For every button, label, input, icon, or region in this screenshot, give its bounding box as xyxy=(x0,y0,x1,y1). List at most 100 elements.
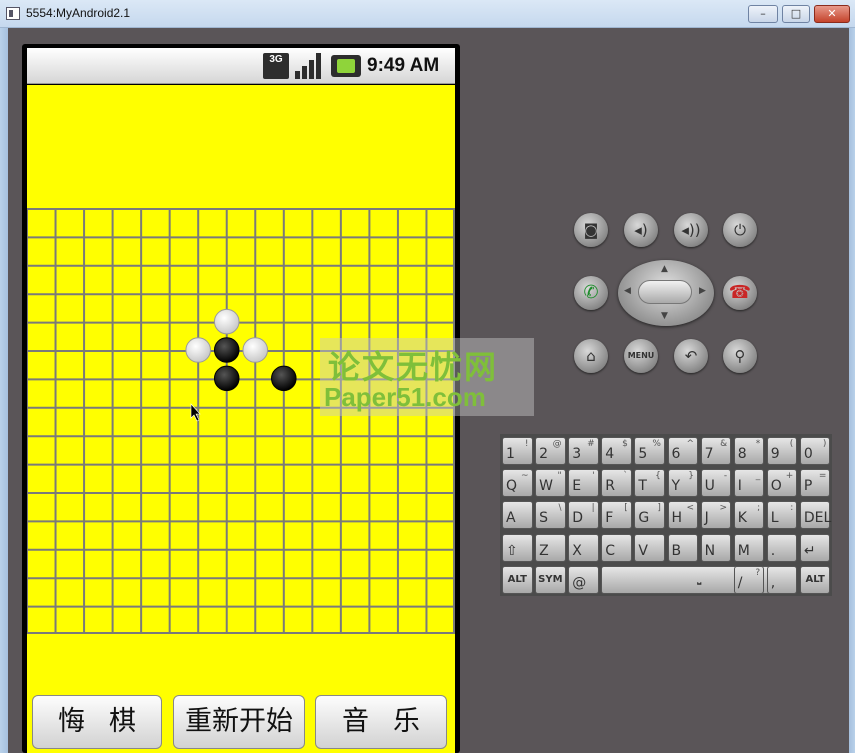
key-label: Q xyxy=(506,478,518,495)
key-label: ↵ xyxy=(803,542,816,559)
key-g[interactable]: G] xyxy=(634,501,665,530)
key-w[interactable]: W " xyxy=(535,469,566,498)
key-label: W xyxy=(539,478,553,495)
power-icon: ⏻ xyxy=(734,221,746,239)
volume-up-button[interactable]: ◂)) xyxy=(674,213,708,247)
key-i[interactable]: I _ xyxy=(733,469,765,498)
volume-up-icon: ◂)) xyxy=(681,221,701,239)
menu-button[interactable]: MENU xyxy=(624,339,658,373)
dpad-down-icon[interactable]: ▼ xyxy=(661,311,668,321)
key-sublabel: ( xyxy=(789,439,794,449)
key-v[interactable]: V xyxy=(634,533,665,562)
key-label: Y xyxy=(671,478,681,495)
key-sym[interactable]: SYM xyxy=(535,565,566,594)
undo-button[interactable]: 悔棋 xyxy=(32,695,162,749)
search-button[interactable]: ⚲ xyxy=(723,339,757,373)
key-2[interactable]: 2 @ xyxy=(535,437,566,465)
key-z[interactable]: Z xyxy=(535,533,566,562)
key-l[interactable]: L: xyxy=(766,501,798,530)
gomoku-board[interactable] xyxy=(27,208,455,634)
key-d[interactable]: D | xyxy=(568,501,599,530)
key-alt-left[interactable]: ALT xyxy=(502,565,533,594)
key-alt-right[interactable]: ALT xyxy=(799,565,831,594)
key-k[interactable]: K; xyxy=(733,501,765,530)
key-8[interactable]: 8 * xyxy=(733,437,765,465)
key-6[interactable]: 6 ^ xyxy=(667,437,698,465)
minimize-button[interactable]: – xyxy=(748,5,778,23)
key-x[interactable]: X xyxy=(568,533,599,562)
key-↵[interactable]: ↵ xyxy=(799,533,831,562)
menu-label: MENU xyxy=(627,351,655,360)
power-button[interactable]: ⏻ xyxy=(723,213,757,247)
back-icon: ↶ xyxy=(684,347,698,365)
key-sublabel: " xyxy=(557,471,562,482)
restart-button[interactable]: 重新开始 xyxy=(173,695,305,749)
key-⇧[interactable]: ⇧ xyxy=(502,533,533,562)
key-slash[interactable]: /? xyxy=(733,565,765,594)
key-4[interactable]: 4 $ xyxy=(601,437,632,465)
key-comma[interactable]: , xyxy=(766,565,798,594)
signal-strength-icon xyxy=(295,53,323,79)
key-3[interactable]: 3 # xyxy=(568,437,599,465)
key-label: J xyxy=(704,510,709,527)
key-j[interactable]: J > xyxy=(700,501,732,530)
key-9[interactable]: 9( xyxy=(766,437,798,465)
close-button[interactable]: ✕ xyxy=(814,5,850,23)
music-button[interactable]: 音乐 xyxy=(315,695,447,749)
key-label: S xyxy=(539,510,548,527)
dpad-up-icon[interactable]: ▲ xyxy=(661,264,668,274)
dpad-right-icon[interactable]: ▶ xyxy=(699,286,706,296)
volume-down-button[interactable]: ◂) xyxy=(624,213,658,247)
key-label: 0 xyxy=(803,446,813,462)
camera-button[interactable]: ◙ xyxy=(574,213,608,247)
dpad-left-icon[interactable]: ◀ xyxy=(624,286,631,296)
key-y[interactable]: Y} xyxy=(667,469,698,498)
key-b[interactable]: B xyxy=(667,533,698,562)
key-r[interactable]: R ` xyxy=(601,469,632,498)
key-s[interactable]: S \ xyxy=(535,501,566,530)
key-o[interactable]: O + xyxy=(766,469,798,498)
key-sublabel: $ xyxy=(622,439,628,449)
key-q[interactable]: Q ~ xyxy=(502,469,533,498)
key-sublabel: ? xyxy=(755,567,761,578)
home-button[interactable]: ⌂ xyxy=(574,339,608,373)
emulator-keyboard: 1! 2 @3 #4 $5% 6 ^ 7 & 8 * 9(0) Q ~ W " E ' R ` T{Y} U - I _ O + P =… xyxy=(500,434,832,596)
key-sublabel: + xyxy=(785,471,794,482)
key-sublabel: < xyxy=(686,503,694,514)
key-0[interactable]: 0) xyxy=(799,437,831,465)
key-e[interactable]: E ' xyxy=(568,469,599,498)
key-label: K xyxy=(737,510,747,527)
key-at[interactable]: @ xyxy=(568,565,599,594)
key-h[interactable]: H < xyxy=(667,501,698,530)
call-button[interactable]: ✆ xyxy=(574,276,608,310)
key-label: 9 xyxy=(770,446,780,462)
key-label: M xyxy=(737,542,750,559)
key-m[interactable]: M xyxy=(733,533,765,562)
maximize-button[interactable]: □ xyxy=(782,5,810,23)
key-label: P xyxy=(803,478,813,495)
key-label: C xyxy=(605,542,616,559)
key-label: L xyxy=(770,510,779,527)
key-p[interactable]: P = xyxy=(799,469,831,498)
key-t[interactable]: T{ xyxy=(634,469,665,498)
back-button[interactable]: ↶ xyxy=(674,339,708,373)
key-5[interactable]: 5% xyxy=(634,437,665,465)
key-1[interactable]: 1! xyxy=(502,437,533,465)
key-c[interactable]: C xyxy=(601,533,632,562)
key-u[interactable]: U- xyxy=(700,469,732,498)
key-sublabel: @ xyxy=(552,439,562,449)
key-7[interactable]: 7 & xyxy=(700,437,732,465)
key-n[interactable]: N xyxy=(700,533,732,562)
key-label: 8 xyxy=(737,446,747,462)
key-.[interactable]: . xyxy=(766,533,798,562)
key-label: X xyxy=(572,542,582,559)
key-label: SYM xyxy=(538,573,563,585)
key-f[interactable]: F[ xyxy=(601,501,632,530)
key-sublabel: : xyxy=(790,503,794,514)
key-sublabel: ` xyxy=(623,471,628,482)
end-call-button[interactable]: ☎ xyxy=(723,276,757,310)
key-label: G xyxy=(638,510,650,527)
key-del[interactable]: DEL xyxy=(799,501,831,530)
dpad-center-button[interactable] xyxy=(638,280,692,304)
key-a[interactable]: A xyxy=(502,501,533,530)
